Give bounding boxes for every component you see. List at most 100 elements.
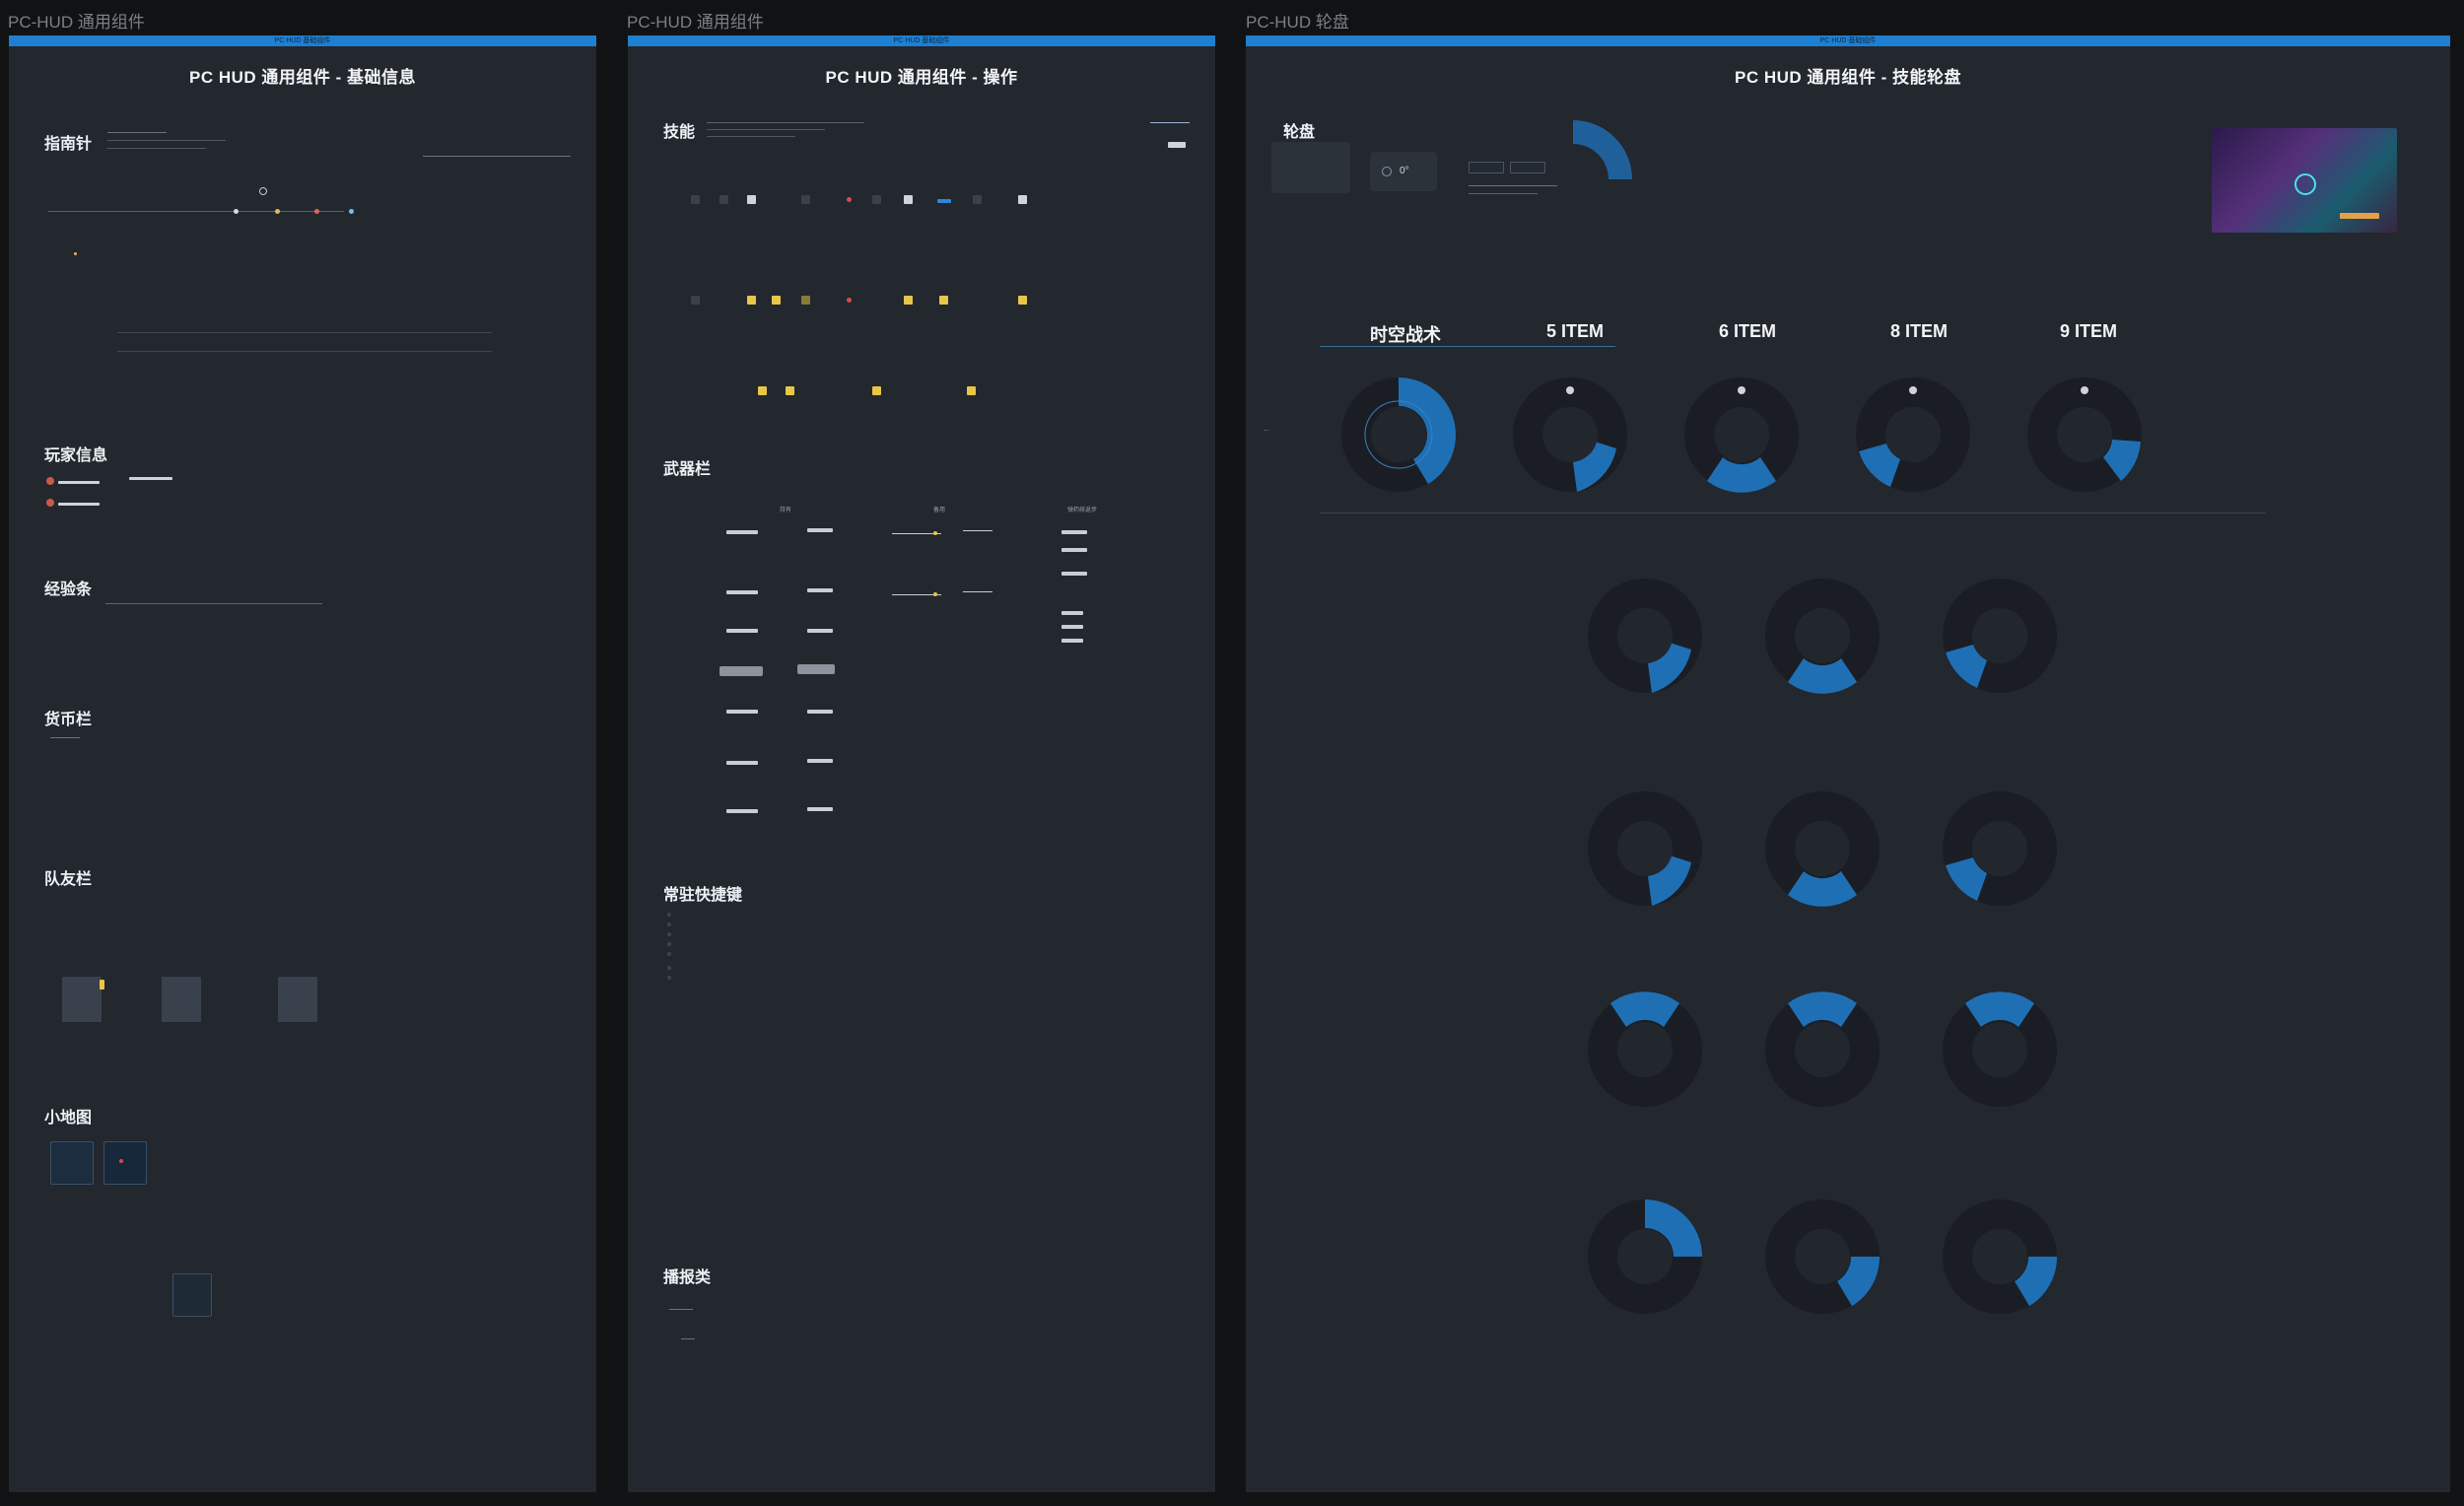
frame-label-operation[interactable]: PC-HUD 通用组件 [627, 8, 764, 33]
wheel-note [1469, 185, 1557, 186]
skill-wheel[interactable] [1581, 572, 1709, 700]
weapon-icon [726, 761, 758, 765]
weapon-slot-selected[interactable] [719, 666, 763, 676]
board-header-bar: PC HUD 基础组件 [1246, 35, 2450, 46]
skill-preview [1150, 122, 1190, 123]
column-9-item: 9 ITEM [2060, 321, 2118, 341]
weapon-column-held: 持有 [780, 508, 792, 513]
skill-wheel[interactable] [1849, 371, 1977, 499]
currency-item [50, 737, 80, 738]
hotkey-key[interactable] [667, 966, 671, 970]
minimap [50, 1141, 94, 1185]
skill-slot-ready[interactable] [772, 296, 781, 305]
hotkey-key[interactable] [667, 913, 671, 917]
skill-slot[interactable] [691, 195, 700, 204]
skill-slot[interactable] [904, 195, 913, 204]
section-currency: 货币栏 [44, 712, 93, 728]
rotate-icon [1382, 167, 1392, 176]
weapon-icon [807, 759, 833, 763]
hotkey-key[interactable] [667, 923, 671, 926]
weapon-icon [1061, 639, 1083, 643]
waypoint-icon [314, 209, 319, 214]
weapon-column-backup: 备用 [933, 508, 946, 513]
hotkey-key[interactable] [667, 952, 671, 956]
compass-ticks [48, 211, 344, 212]
angle-value: 0° [1400, 166, 1409, 176]
board-header-bar: PC HUD 基础组件 [9, 35, 596, 46]
skill-slot-ready[interactable] [747, 296, 756, 305]
hotkey-key[interactable] [667, 932, 671, 936]
broadcast-item [669, 1309, 693, 1310]
skill-slot-ready[interactable] [758, 386, 767, 395]
health-bar [58, 503, 100, 506]
section-player-info: 玩家信息 [44, 447, 108, 464]
skill-wheel[interactable] [1335, 371, 1463, 499]
skill-slot[interactable] [801, 296, 810, 305]
skill-slot-ready[interactable] [786, 386, 794, 395]
skill-wheel[interactable] [1758, 1193, 1886, 1321]
skill-slot[interactable] [691, 296, 700, 305]
frame-label-basic[interactable]: PC-HUD 通用组件 [8, 8, 145, 33]
compass-marker-icon [259, 187, 267, 195]
skill-slot[interactable] [1018, 195, 1027, 204]
skill-wheel[interactable] [2020, 371, 2149, 499]
skill-wheel[interactable] [1758, 986, 1886, 1114]
skill-wheel[interactable] [1758, 785, 1886, 913]
teammate-marker [100, 980, 104, 990]
skill-slot[interactable] [973, 195, 982, 204]
section-compass: 指南针 [44, 136, 93, 153]
row-label: — [1264, 428, 1268, 434]
waypoint-icon [349, 209, 354, 214]
skill-wheel[interactable] [1677, 371, 1806, 499]
skill-slot-ready[interactable] [939, 296, 948, 305]
skill-slot-ready[interactable] [904, 296, 913, 305]
skill-wheel[interactable] [1581, 1193, 1709, 1321]
skill-slot[interactable] [719, 195, 728, 204]
skill-slot[interactable] [801, 195, 810, 204]
frame-label-wheel[interactable]: PC-HUD 轮盘 [1246, 8, 1349, 33]
skill-wheel[interactable] [1936, 572, 2064, 700]
wheel-settings-panel[interactable] [1271, 142, 1350, 193]
legend-dot [74, 252, 77, 255]
column-divider [1320, 346, 1615, 347]
section-weapon-bar: 武器栏 [663, 461, 712, 478]
weapon-icon [807, 528, 833, 532]
waypoint-icon [275, 209, 280, 214]
weapon-slot-selected[interactable] [797, 664, 835, 674]
skill-wheel[interactable] [1936, 785, 2064, 913]
option-chip[interactable] [1510, 162, 1545, 173]
section-skills: 技能 [663, 124, 696, 141]
skill-wheel[interactable] [1936, 1193, 2064, 1321]
skill-slot[interactable] [747, 195, 756, 204]
skill-slot-ready[interactable] [872, 386, 881, 395]
compass-note [107, 140, 226, 141]
board-operation: PC HUD 基础组件 PC HUD 通用组件 - 操作 技能 武器栏 持有 备… [628, 35, 1215, 1492]
skill-wheel[interactable] [1936, 986, 2064, 1114]
skill-slot-ready[interactable] [1018, 296, 1027, 305]
board-title: PC HUD 通用组件 - 操作 [825, 68, 1018, 87]
skill-slot[interactable] [872, 195, 881, 204]
teammate-panel [62, 977, 102, 1022]
hotkey-key[interactable] [667, 942, 671, 946]
angle-panel[interactable]: 0° [1370, 152, 1437, 191]
skill-slot-ready[interactable] [967, 386, 976, 395]
skill-wheel[interactable] [1506, 371, 1634, 499]
skill-wheel[interactable] [1581, 986, 1709, 1114]
health-bar [58, 481, 100, 484]
minimap [103, 1141, 147, 1185]
weapon-icon [807, 588, 833, 592]
skill-cooldown-icon [847, 298, 852, 303]
skill-wheel[interactable] [1758, 572, 1886, 700]
hotkey-key[interactable] [667, 976, 671, 980]
option-chip[interactable] [1469, 162, 1504, 173]
section-wheel: 轮盘 [1283, 124, 1316, 141]
skill-wheel[interactable] [1581, 785, 1709, 913]
skill-slot-active[interactable] [937, 199, 951, 203]
weapon-icon [726, 710, 758, 714]
exp-bar [105, 603, 322, 604]
weapon-icon [1061, 572, 1087, 576]
weapon-slot [963, 530, 992, 531]
game-screenshot-preview [2212, 128, 2397, 233]
avatar [46, 477, 54, 485]
skills-note [707, 136, 795, 137]
